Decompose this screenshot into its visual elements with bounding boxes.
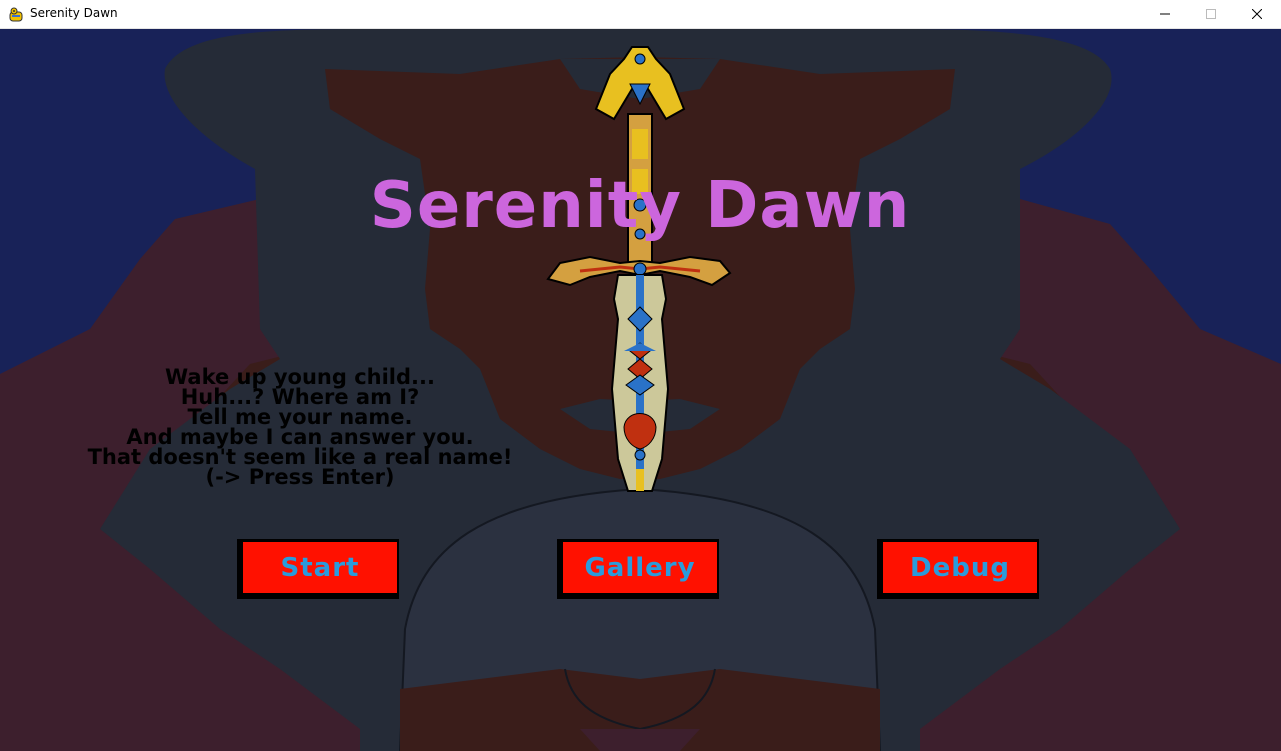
minimize-icon[interactable] — [1142, 0, 1188, 28]
dialogue-line: (-> Press Enter) — [205, 465, 395, 489]
window-title: Serenity Dawn — [30, 6, 118, 20]
debug-button[interactable]: Debug — [877, 539, 1039, 599]
game-title: Serenity Dawn — [369, 169, 911, 243]
dialogue-line: Huh...? Where am I? — [180, 385, 420, 409]
pygame-snake-icon — [8, 6, 24, 22]
dialogue-line: Tell me your name. — [187, 405, 413, 429]
start-button[interactable]: Start — [237, 539, 399, 599]
dialogue-text-block: Wake up young child... Huh...? Where am … — [60, 365, 540, 489]
dialogue-line: Wake up young child... — [165, 365, 435, 389]
close-icon[interactable] — [1234, 0, 1280, 28]
game-window: Serenity Dawn Serenity Dawn Wake up youn… — [0, 0, 1281, 751]
dialogue-line: That doesn't seem like a real name! — [87, 445, 513, 469]
title-screen-scene: Serenity Dawn Wake up young child... Huh… — [0, 29, 1281, 751]
maximize-icon[interactable] — [1188, 0, 1234, 28]
gallery-button[interactable]: Gallery — [557, 539, 719, 599]
title-bar[interactable]: Serenity Dawn — [0, 0, 1281, 29]
dialogue-line: And maybe I can answer you. — [126, 425, 474, 449]
